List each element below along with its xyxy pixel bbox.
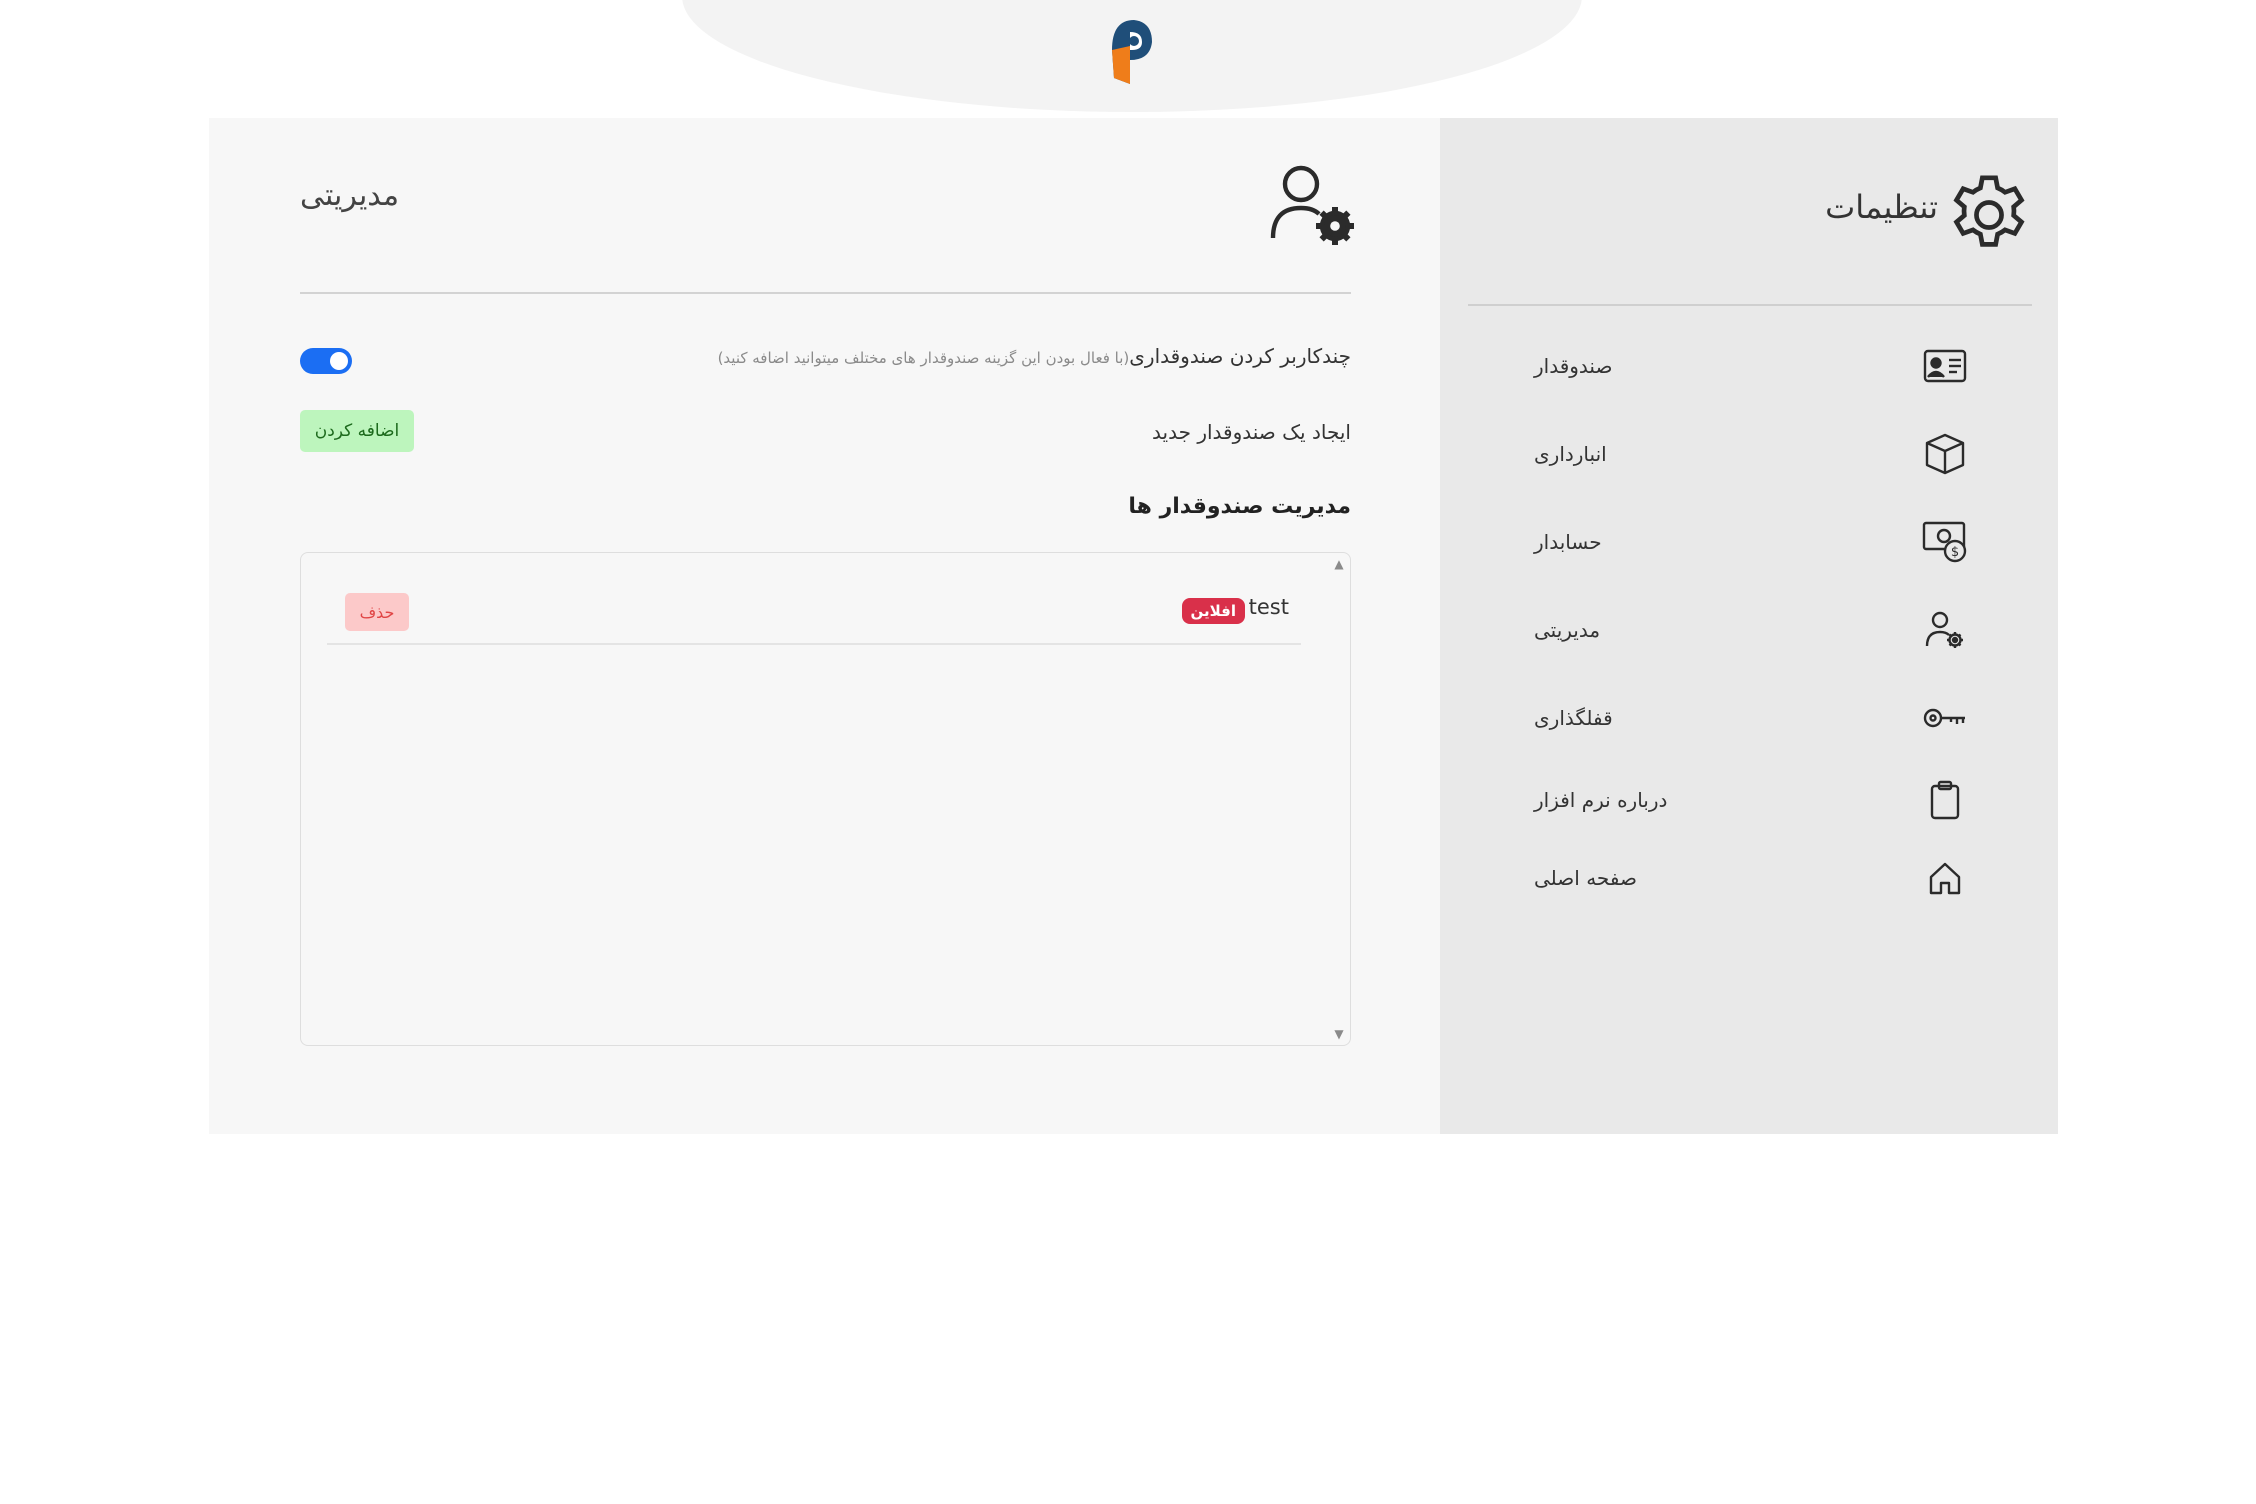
app-logo xyxy=(1112,20,1152,84)
multi-user-label-group: چندکاربر کردن صندوقداری(با فعال بودن این… xyxy=(718,344,1351,368)
settings-divider xyxy=(1468,304,2032,306)
gear-icon xyxy=(1953,175,2025,247)
svg-text:$: $ xyxy=(1951,545,1959,560)
multi-user-toggle[interactable] xyxy=(300,348,352,374)
multi-user-hint: (با فعال بودن این گزینه صندوقدار های مخت… xyxy=(717,349,1130,367)
settings-sidebar: تنظیمات صندوقدار انبارداری $ حسابدار مدی… xyxy=(1440,118,2058,1134)
id-card-icon xyxy=(1922,343,1968,389)
multi-user-label: چندکاربر کردن صندوقداری xyxy=(1129,344,1351,368)
scroll-down-arrow-icon[interactable]: ▼ xyxy=(1332,1027,1346,1041)
menu-item-lock[interactable]: قفلگذاری xyxy=(1520,688,1968,748)
menu-item-home[interactable]: صفحه اصلی xyxy=(1520,848,1968,908)
title-divider xyxy=(300,292,1351,294)
menu-item-about[interactable]: درباره نرم افزار xyxy=(1520,770,1968,830)
status-badge: افلاین xyxy=(1181,598,1245,624)
toggle-knob xyxy=(330,352,348,370)
menu-item-label: صفحه اصلی xyxy=(1534,866,1637,890)
user-gear-icon xyxy=(1270,165,1354,245)
home-icon xyxy=(1922,855,1968,901)
menu-item-label: درباره نرم افزار xyxy=(1534,788,1668,812)
menu-item-label: حسابدار xyxy=(1534,530,1602,554)
menu-item-label: انبارداری xyxy=(1534,442,1607,466)
menu-item-label: صندوقدار xyxy=(1534,354,1613,378)
delete-button[interactable]: حذف xyxy=(345,593,409,631)
multi-user-setting: چندکاربر کردن صندوقداری(با فعال بودن این… xyxy=(300,338,1351,378)
new-cashier-label: ایجاد یک صندوقدار جدید xyxy=(1152,420,1351,444)
list-item: test افلاین حذف xyxy=(327,577,1301,645)
clipboard-icon xyxy=(1922,777,1968,823)
key-icon xyxy=(1922,695,1968,741)
user-gear-icon xyxy=(1922,607,1968,653)
menu-item-accountant[interactable]: $ حسابدار xyxy=(1520,512,1968,572)
menu-item-label: قفلگذاری xyxy=(1534,706,1613,730)
scroll-up-arrow-icon[interactable]: ▲ xyxy=(1332,557,1346,571)
menu-item-label: مدیریتی xyxy=(1534,618,1601,642)
management-panel: مدیریتی چندکاربر کردن صندوقداری(با فعال … xyxy=(209,118,1440,1134)
new-cashier-row: ایجاد یک صندوقدار جدید اضافه کردن xyxy=(300,410,1351,454)
box-icon xyxy=(1922,431,1968,477)
settings-title: تنظیمات xyxy=(1825,188,1938,226)
page-title: مدیریتی xyxy=(300,178,400,213)
money-icon: $ xyxy=(1922,519,1968,565)
menu-item-cashier[interactable]: صندوقدار xyxy=(1520,336,1968,396)
menu-item-management[interactable]: مدیریتی xyxy=(1520,600,1968,660)
cashier-name: test xyxy=(1248,595,1289,619)
manage-cashiers-title: مدیریت صندوقدار ها xyxy=(1128,494,1351,519)
cashier-list[interactable]: ▲ ▼ test افلاین حذف xyxy=(300,552,1351,1046)
add-cashier-button[interactable]: اضافه کردن xyxy=(300,410,414,452)
menu-item-inventory[interactable]: انبارداری xyxy=(1520,424,1968,484)
